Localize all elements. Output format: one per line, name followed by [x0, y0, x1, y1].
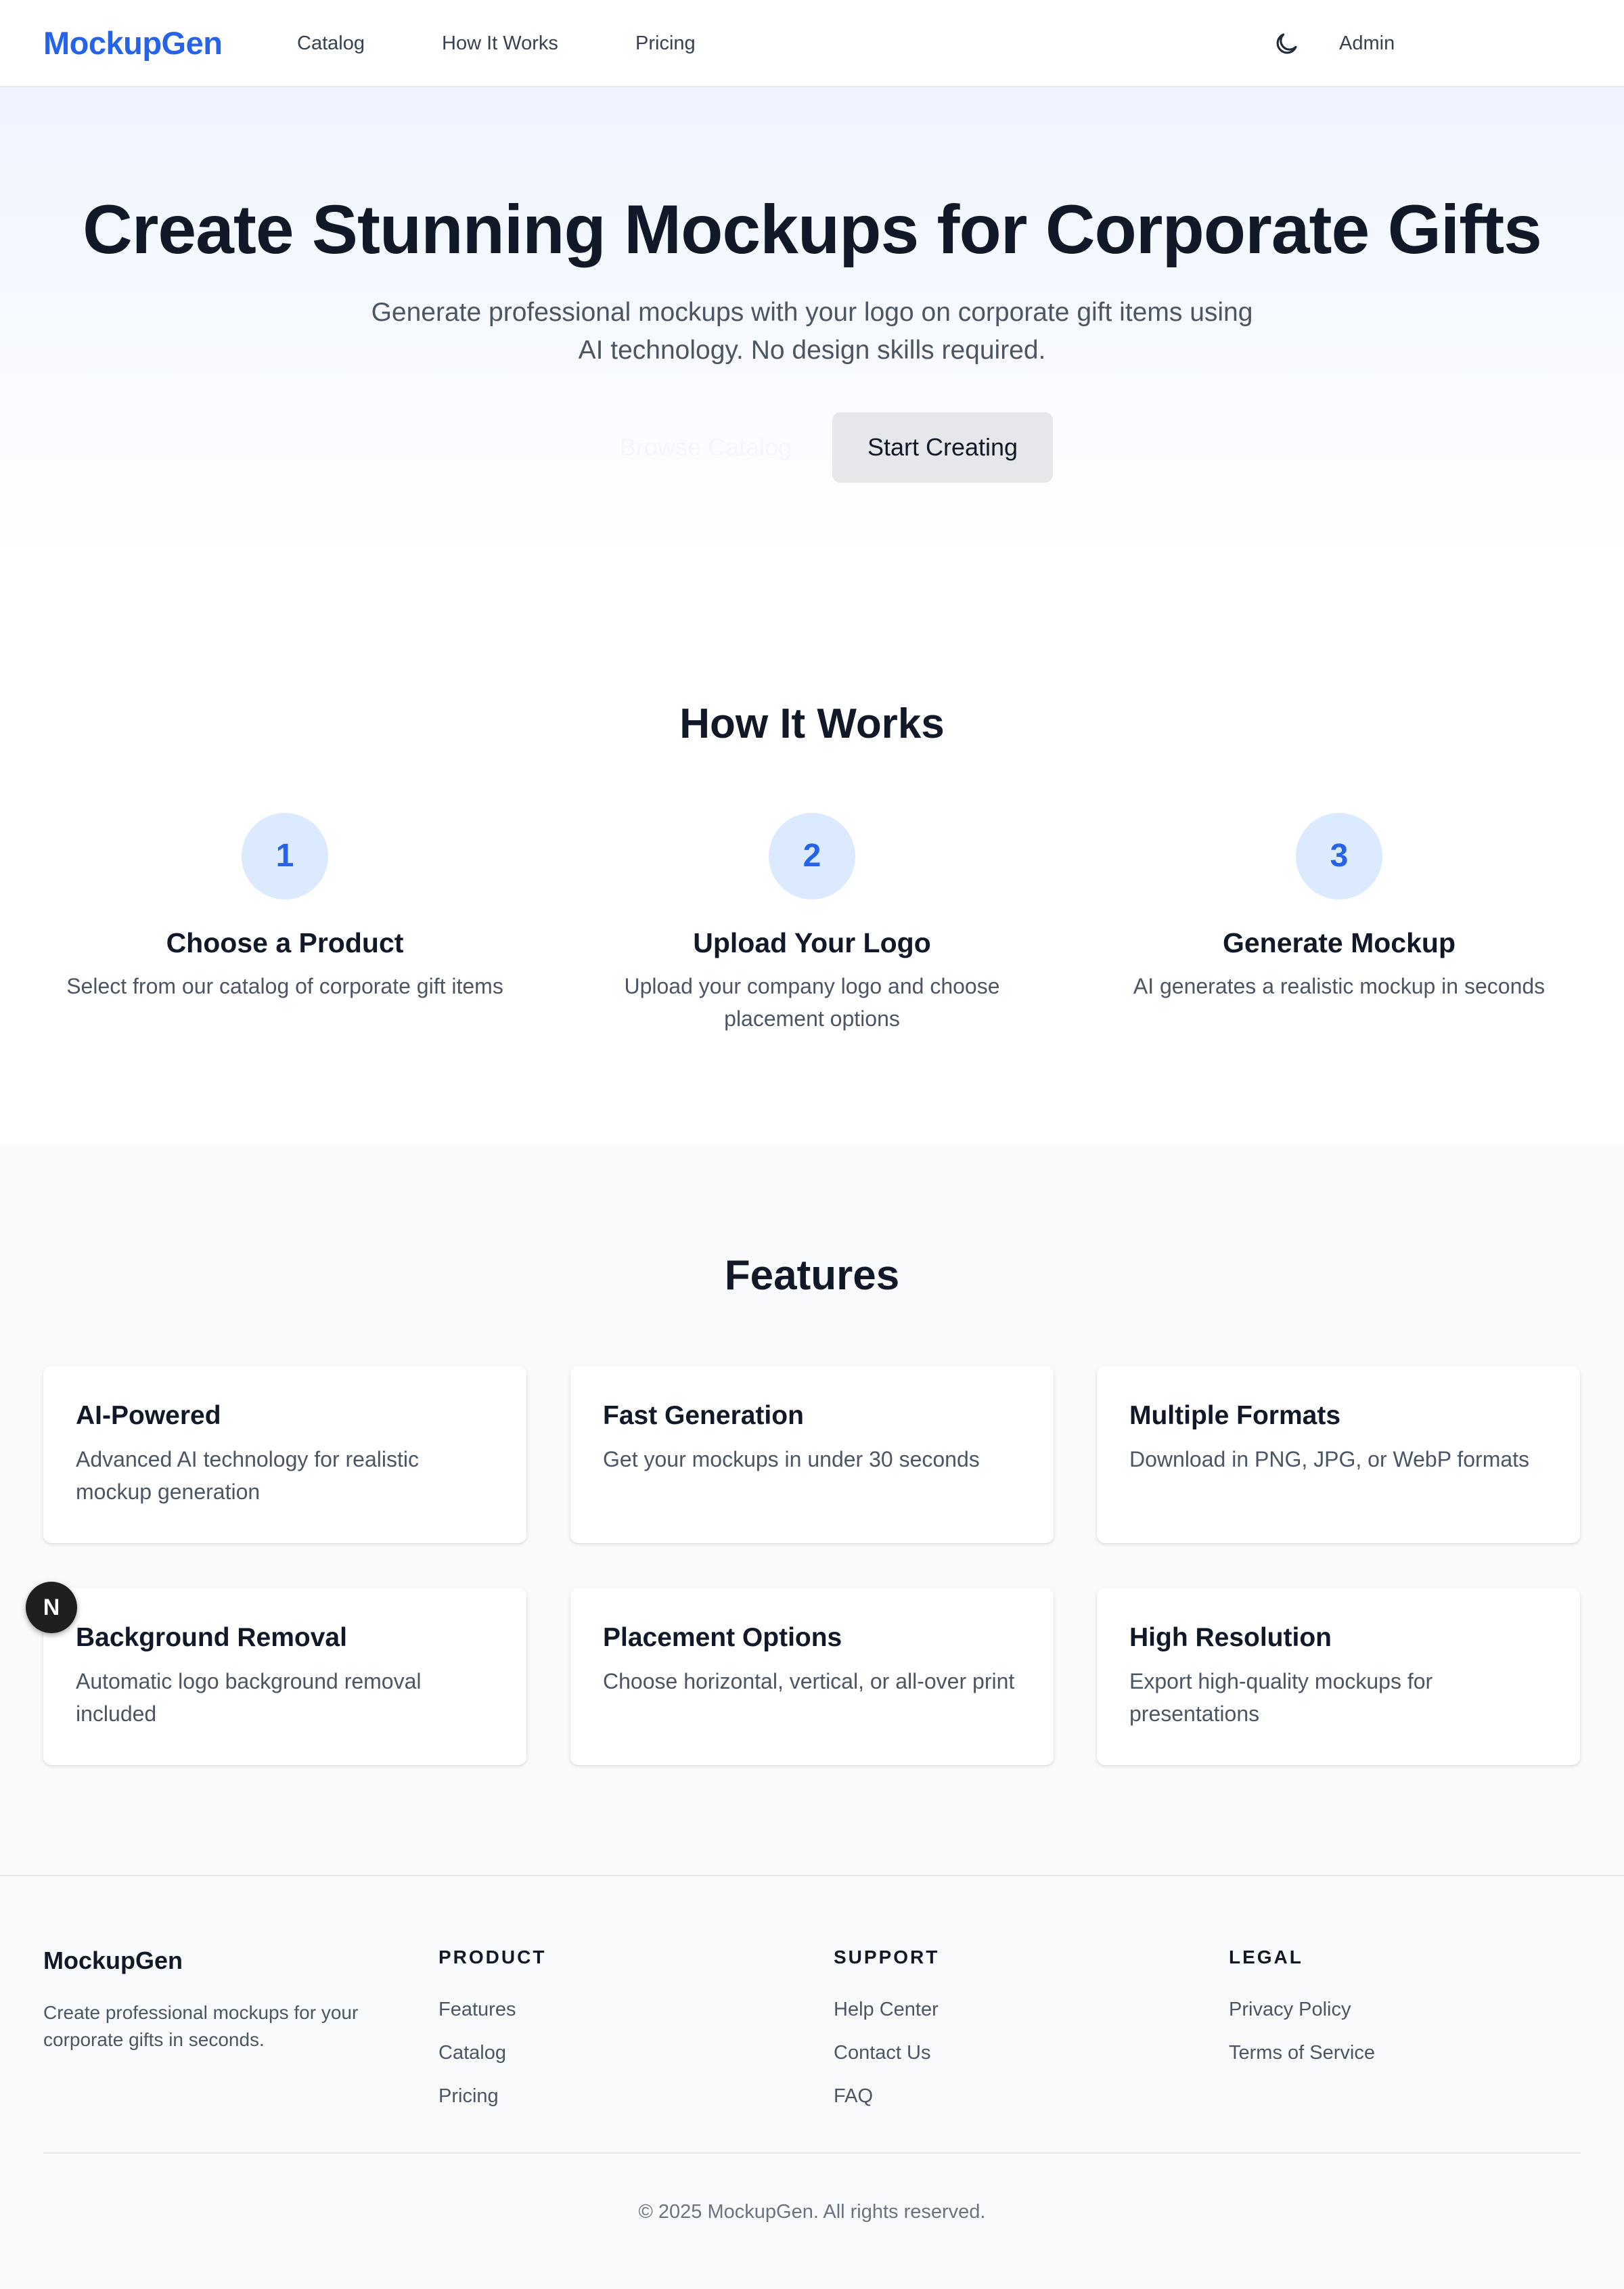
feature-title: AI-Powered — [76, 1401, 221, 1430]
footer-link-features[interactable]: Features — [438, 1996, 516, 2023]
footer-heading-product: PRODUCT — [438, 1947, 547, 1968]
footer-link-help-center[interactable]: Help Center — [834, 1996, 939, 2023]
step-number-badge: 3 — [1296, 813, 1382, 899]
copyright-text: © 2025 MockupGen. All rights reserved. — [638, 2201, 986, 2223]
top-navbar: MockupGen Catalog How It Works Pricing A… — [0, 0, 1624, 87]
step-number-badge: 1 — [242, 813, 328, 899]
feature-title: Multiple Formats — [1129, 1401, 1341, 1430]
feature-description: Get your mockups in under 30 seconds — [603, 1447, 980, 1471]
feature-title: Fast Generation — [603, 1401, 804, 1430]
footer-link-catalog[interactable]: Catalog — [438, 2039, 506, 2066]
feature-card: AI-Powered Advanced AI technology for re… — [43, 1366, 526, 1543]
nav-link-how-it-works[interactable]: How It Works — [442, 30, 558, 57]
step-description: Upload your company logo and choose plac… — [624, 974, 1000, 1031]
step-title: Generate Mockup — [1222, 927, 1456, 958]
feature-card: High Resolution Export high-quality mock… — [1097, 1588, 1580, 1765]
dev-tools-badge[interactable]: N — [26, 1582, 77, 1633]
step-2: 2 Upload Your Logo Upload your company l… — [555, 813, 1069, 1035]
start-creating-button[interactable]: Start Creating — [832, 412, 1053, 483]
step-1: 1 Choose a Product Select from our catal… — [28, 813, 542, 1002]
hero-subtitle: Generate professional mockups with your … — [338, 294, 1286, 370]
footer-tagline: Create professional mockups for your cor… — [43, 2002, 359, 2050]
feature-description: Export high-quality mockups for presenta… — [1129, 1669, 1433, 1726]
footer-heading-support: SUPPORT — [834, 1947, 940, 1968]
step-number-badge: 2 — [769, 813, 855, 899]
feature-description: Automatic logo background removal includ… — [76, 1669, 422, 1726]
admin-link[interactable]: Admin — [1339, 30, 1395, 57]
moon-icon[interactable] — [1272, 30, 1301, 58]
footer-link-faq[interactable]: FAQ — [834, 2083, 873, 2110]
feature-description: Choose horizontal, vertical, or all-over… — [603, 1669, 1015, 1693]
footer-divider — [43, 2152, 1581, 2154]
step-title: Choose a Product — [166, 927, 404, 958]
feature-description: Download in PNG, JPG, or WebP formats — [1129, 1447, 1530, 1471]
feature-card: Fast Generation Get your mockups in unde… — [570, 1366, 1054, 1543]
site-footer: MockupGen Create professional mockups fo… — [0, 1875, 1624, 2289]
footer-link-terms-of-service[interactable]: Terms of Service — [1229, 2039, 1375, 2066]
browse-catalog-button[interactable]: Browse Catalog — [587, 412, 824, 483]
hero-subtitle-line-2: AI technology. No design skills required… — [578, 336, 1046, 365]
nav-link-pricing[interactable]: Pricing — [635, 30, 696, 57]
how-it-works-title: How It Works — [679, 701, 945, 747]
hero-section: Create Stunning Mockups for Corporate Gi… — [0, 87, 1624, 561]
hero-subtitle-line-1: Generate professional mockups with your … — [371, 298, 1253, 327]
step-description: AI generates a realistic mockup in secon… — [1133, 974, 1546, 998]
footer-heading-legal: LEGAL — [1229, 1947, 1303, 1968]
feature-description: Advanced AI technology for realistic moc… — [76, 1447, 419, 1504]
feature-card: Multiple Formats Download in PNG, JPG, o… — [1097, 1366, 1580, 1543]
footer-link-pricing[interactable]: Pricing — [438, 2083, 499, 2110]
feature-title: Placement Options — [603, 1623, 842, 1652]
step-3: 3 Generate Mockup AI generates a realist… — [1082, 813, 1596, 1002]
feature-card: Placement Options Choose horizontal, ver… — [570, 1588, 1054, 1765]
footer-brand: MockupGen — [43, 1947, 183, 1974]
features-title: Features — [724, 1252, 900, 1299]
footer-link-contact-us[interactable]: Contact Us — [834, 2039, 930, 2066]
feature-title: Background Removal — [76, 1623, 347, 1652]
feature-card: Background Removal Automatic logo backgr… — [43, 1588, 526, 1765]
step-description: Select from our catalog of corporate gif… — [66, 974, 503, 998]
step-title: Upload Your Logo — [693, 927, 931, 958]
brand-logo[interactable]: MockupGen — [43, 23, 223, 64]
footer-link-privacy-policy[interactable]: Privacy Policy — [1229, 1996, 1351, 2023]
hero-title: Create Stunning Mockups for Corporate Gi… — [83, 191, 1542, 268]
feature-title: High Resolution — [1129, 1623, 1332, 1652]
nav-link-catalog[interactable]: Catalog — [297, 30, 365, 57]
